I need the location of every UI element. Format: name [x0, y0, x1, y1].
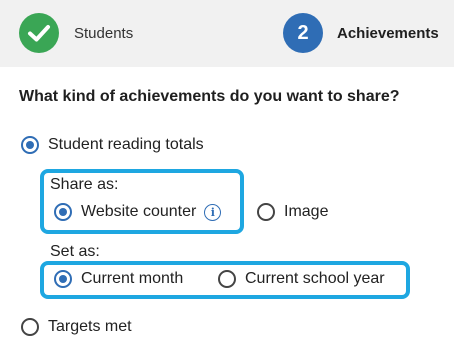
step-achievements-label: Achievements	[337, 25, 439, 42]
targets-met-radio[interactable]	[21, 318, 39, 336]
reading-totals-radio[interactable]	[21, 136, 39, 154]
targets-met-label: Targets met	[48, 318, 132, 335]
current-month-radio[interactable]	[54, 270, 72, 288]
website-counter-label: Website counter	[81, 203, 197, 220]
current-month-label: Current month	[81, 270, 184, 287]
step-achievements-number: 2	[283, 13, 323, 53]
targets-met-option[interactable]: Targets met	[21, 315, 132, 339]
image-option[interactable]: Image	[257, 200, 328, 224]
share-achievements-page: Students 2 Achievements What kind of ach…	[0, 0, 454, 360]
current-school-year-radio[interactable]	[218, 270, 236, 288]
current-month-option[interactable]: Current month	[54, 267, 183, 291]
question-heading: What kind of achievements do you want to…	[19, 88, 400, 105]
set-as-label: Set as:	[50, 243, 100, 260]
image-radio[interactable]	[257, 203, 275, 221]
reading-totals-label: Student reading totals	[48, 136, 204, 153]
info-icon[interactable]: i	[204, 203, 222, 221]
image-label: Image	[284, 203, 329, 220]
website-counter-option[interactable]: Website counter i	[54, 200, 222, 224]
current-school-year-option[interactable]: Current school year	[218, 267, 385, 291]
stepper: Students 2 Achievements	[0, 0, 454, 67]
reading-totals-option[interactable]: Student reading totals	[21, 133, 204, 157]
step-students-complete-badge	[19, 13, 59, 53]
step-students-label[interactable]: Students	[74, 24, 133, 44]
current-school-year-label: Current school year	[245, 270, 385, 287]
website-counter-radio[interactable]	[54, 203, 72, 221]
share-as-label: Share as:	[50, 176, 119, 193]
checkmark-icon	[28, 25, 50, 42]
